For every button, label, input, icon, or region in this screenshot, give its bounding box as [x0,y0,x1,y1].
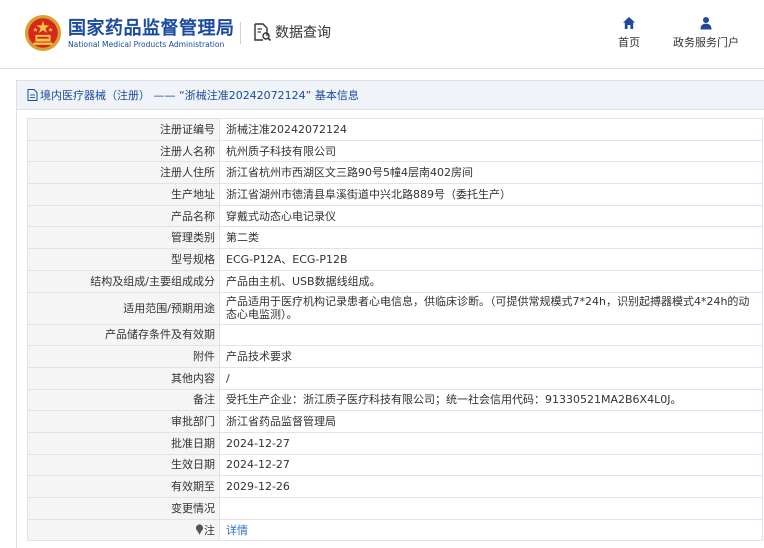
field-label: 注册人住所 [27,161,220,185]
table-row: 结构及组成/主要组成成分 产品由主机、USB数据线组成。 [27,269,763,293]
field-value: 浙械注准20242072124 [219,118,763,141]
table-row: 注册人名称 杭州质子科技有限公司 [27,139,763,163]
field-value: 2029-12-26 [219,475,763,498]
field-label: 有效期至 [27,475,220,498]
document-icon [27,89,38,101]
table-row: 生效日期 2024-12-27 [27,453,763,477]
home-icon [623,17,635,29]
breadcrumb-text: 境内医疗器械（注册） —— “浙械注准20242072124” 基本信息 [40,89,359,102]
details-link[interactable]: 详情 [226,524,248,537]
detail-panel: 境内医疗器械（注册） —— “浙械注准20242072124” 基本信息 注册证… [16,80,764,548]
table-row: 变更情况 [27,497,763,520]
breadcrumb: 境内医疗器械（注册） —— “浙械注准20242072124” 基本信息 [17,81,764,110]
field-value: 产品技术要求 [219,345,763,368]
note-value-cell: 详情 [219,518,763,542]
field-value: 穿戴式动态心电记录仪 [219,204,763,228]
document-search-icon [254,23,272,42]
table-row: 管理类别 第二类 [27,226,763,250]
table-row: 型号规格 ECG-P12A、ECG-P12B [27,248,763,271]
national-emblem-icon [24,14,62,52]
nav-home[interactable]: 首页 [611,16,647,50]
user-icon [700,17,712,30]
nav-gov-portal-label: 政务服务门户 [673,36,739,49]
table-row: 审批部门 浙江省药品监督管理局 [27,410,763,433]
field-label: 产品名称 [27,204,220,228]
field-label: 变更情况 [27,497,220,520]
field-label: 审批部门 [27,410,220,433]
data-query-label: 数据查询 [275,25,331,41]
pin-icon [195,523,204,535]
field-label: 产品储存条件及有效期 [27,323,220,347]
table-row: 产品储存条件及有效期 [27,323,763,347]
table-row: 有效期至 2029-12-26 [27,475,763,498]
field-value: 2024-12-27 [219,431,763,455]
field-value: ECG-P12A、ECG-P12B [219,248,763,271]
field-label: 注册人名称 [27,139,220,163]
table-row: 产品名称 穿戴式动态心电记录仪 [27,204,763,228]
field-label: 生效日期 [27,453,220,477]
data-query-link[interactable]: 数据查询 [252,22,331,42]
registration-detail-table: 注册证编号 浙械注准20242072124 注册人名称 杭州质子科技有限公司 注册人… [27,118,763,542]
field-label: 适用范围/预期用途 [27,291,220,325]
table-row: 附件 产品技术要求 [27,345,763,368]
note-label: 注 [204,523,215,537]
field-label: 备注 [27,388,220,412]
field-value: 2024-12-27 [219,453,763,477]
nav-home-label: 首页 [618,36,640,49]
field-label: 管理类别 [27,226,220,250]
field-value: 产品由主机、USB数据线组成。 [219,269,763,293]
field-label: 其他内容 [27,366,220,390]
site-title-en: National Medical Products Administration [68,40,225,49]
header-divider [240,22,241,44]
field-label: 生产地址 [27,183,220,206]
field-value: 杭州质子科技有限公司 [219,139,763,163]
field-label: 批准日期 [27,431,220,455]
nav-gov-portal[interactable]: 政务服务门户 [664,16,748,50]
field-value [219,323,763,347]
field-value: 第二类 [219,226,763,250]
field-label: 型号规格 [27,248,220,271]
field-value: / [219,366,763,390]
table-row: 注 详情 [27,518,763,542]
field-value: 受托生产企业：浙江质子医疗科技有限公司；统一社会信用代码：91330521MA2… [219,388,763,412]
site-header: 国家药品监督管理局 National Medical Products Admi… [0,0,764,69]
field-label: 结构及组成/主要组成成分 [27,269,220,293]
table-row: 批准日期 2024-12-27 [27,431,763,455]
field-value: 产品适用于医疗机构记录患者心电信息，供临床诊断。（可提供常规模式7*24h，识别… [219,291,763,325]
field-value: 浙江省药品监督管理局 [219,410,763,433]
table-row: 适用范围/预期用途 产品适用于医疗机构记录患者心电信息，供临床诊断。（可提供常规模… [27,291,763,325]
table-row: 备注 受托生产企业：浙江质子医疗科技有限公司；统一社会信用代码：91330521M… [27,388,763,412]
table-row: 生产地址 浙江省湖州市德清县阜溪街道中兴北路889号（委托生产） [27,183,763,206]
table-row: 其他内容 / [27,366,763,390]
field-label: 注册证编号 [27,118,220,141]
note-label-cell: 注 [27,518,220,542]
field-value: 浙江省杭州市西湖区文三路90号5幢4层南402房间 [219,161,763,185]
table-row: 注册人住所 浙江省杭州市西湖区文三路90号5幢4层南402房间 [27,161,763,185]
field-label: 附件 [27,345,220,368]
table-row: 注册证编号 浙械注准20242072124 [27,118,763,141]
site-title: 国家药品监督管理局 [68,18,235,39]
field-value [219,497,763,520]
field-value: 浙江省湖州市德清县阜溪街道中兴北路889号（委托生产） [219,183,763,206]
